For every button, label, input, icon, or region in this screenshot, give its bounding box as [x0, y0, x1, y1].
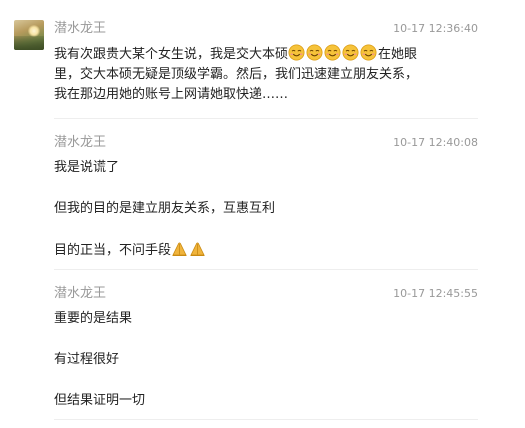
timestamp: 10-17 12:36:40: [393, 22, 478, 35]
hehe-emoji-icon: [360, 44, 377, 61]
nickname[interactable]: 潜水龙王: [54, 285, 106, 303]
hehe-emoji-icon: [324, 44, 341, 61]
divider: [54, 419, 478, 420]
message-line: 有过程很好: [54, 352, 120, 367]
message-line: 我有次跟贵大某个女生说，我是交大本硕 在她眼: [54, 44, 478, 65]
nickname[interactable]: 潜水龙王: [54, 134, 106, 152]
message-line: 目的正当，不问手段: [54, 240, 478, 261]
timestamp: 10-17 12:45:55: [393, 287, 478, 300]
message-line: 但我的目的是建立朋友关系，互惠互利: [54, 201, 276, 216]
praying-hands-icon: [171, 240, 188, 257]
message-line: 我在那边用她的账号上网请她取快递……: [54, 87, 289, 102]
timestamp: 10-17 12:40:08: [393, 136, 478, 149]
emoji-row: [171, 240, 207, 258]
message-3: 潜水龙王 10-17 12:45:55 重要的是结果 有过程很好 但结果证明一切: [54, 285, 478, 411]
message-line: 重要的是结果: [54, 311, 133, 326]
hehe-emoji-icon: [306, 44, 323, 61]
nickname[interactable]: 潜水龙王: [54, 20, 106, 38]
divider: [54, 118, 478, 119]
emoji-row: [288, 44, 378, 62]
divider: [54, 269, 478, 270]
message-line: 但结果证明一切: [54, 393, 146, 408]
message-header: 潜水龙王 10-17 12:45:55: [54, 285, 478, 305]
message-header: 潜水龙王 10-17 12:36:40: [54, 20, 478, 40]
message-line: 里，交大本硕无疑是顶级学霸。然后，我们迅速建立朋友关系，: [54, 67, 419, 82]
avatar-trees: [14, 36, 44, 50]
message-text: 在她眼: [378, 47, 418, 62]
message-text: 我有次跟贵大某个女生说，我是交大本硕: [54, 47, 289, 62]
comment-thread: 潜水龙王 10-17 12:36:40 我有次跟贵大某个女生说，我是交大本硕 在她…: [0, 0, 525, 428]
message-line: 我是说谎了: [54, 160, 120, 175]
praying-hands-icon: [189, 240, 206, 257]
message-1: 潜水龙王 10-17 12:36:40 我有次跟贵大某个女生说，我是交大本硕 在她…: [54, 20, 478, 105]
message-text: 目的正当，不问手段: [54, 243, 172, 258]
message-2: 潜水龙王 10-17 12:40:08 我是说谎了 但我的目的是建立朋友关系，互…: [54, 134, 478, 261]
hehe-emoji-icon: [288, 44, 305, 61]
avatar[interactable]: [14, 20, 44, 50]
hehe-emoji-icon: [342, 44, 359, 61]
message-header: 潜水龙王 10-17 12:40:08: [54, 134, 478, 154]
